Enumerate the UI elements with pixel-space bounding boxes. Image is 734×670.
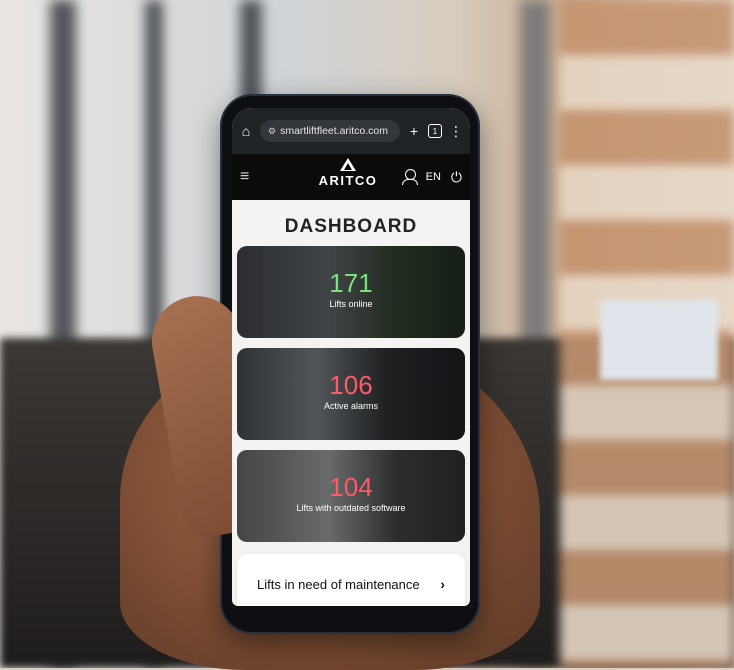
language-selector[interactable]: EN [426, 171, 441, 183]
maintenance-label: Lifts in need of maintenance [257, 576, 420, 592]
menu-icon[interactable]: ≡ [240, 168, 249, 186]
tabs-icon[interactable]: 1 [428, 124, 442, 138]
card-label: Lifts online [329, 299, 373, 309]
card-label: Lifts with outdated software [296, 503, 406, 513]
tune-icon[interactable]: ⚙ [268, 126, 276, 137]
card-lifts-online[interactable]: 171 Lifts online [237, 246, 465, 338]
card-outdated-software[interactable]: 104 Lifts with outdated software [237, 450, 465, 542]
logo-triangle [340, 158, 356, 171]
chevron-right-icon: › [440, 576, 445, 592]
bg-glass-panel [600, 300, 718, 380]
maintenance-item[interactable]: Lifts in need of maintenance › [237, 554, 465, 606]
card-value: 106 [329, 370, 373, 400]
phone-screen: ⌂ ⚙ smartliftfleet.aritco.com + 1 ⋮ ≡ AR… [232, 108, 470, 606]
user-icon[interactable] [401, 168, 418, 185]
card-value: 104 [329, 472, 373, 502]
more-icon[interactable]: ⋮ [448, 123, 464, 140]
plus-icon[interactable]: + [406, 123, 422, 139]
header-actions: EN ⏻ [401, 168, 462, 186]
power-icon[interactable]: ⏻ [451, 169, 462, 186]
card-active-alarms[interactable]: 106 Active alarms [237, 348, 465, 440]
page-title: DASHBOARD [284, 216, 418, 237]
logo-word: ARITCO [318, 173, 378, 188]
card-label: Active alarms [323, 401, 378, 411]
tab-count: 1 [432, 126, 438, 136]
home-icon[interactable]: ⌂ [238, 123, 254, 139]
aritco-logo[interactable]: ARITCO [316, 158, 380, 188]
address-bar[interactable]: ⚙ smartliftfleet.aritco.com [260, 120, 400, 142]
browser-toolbar: ⌂ ⚙ smartliftfleet.aritco.com + 1 ⋮ [232, 108, 470, 154]
app-header: ≡ ARITCO EN ⏻ [232, 154, 470, 200]
url-text: smartliftfleet.aritco.com [280, 125, 389, 137]
card-value: 171 [329, 268, 373, 298]
